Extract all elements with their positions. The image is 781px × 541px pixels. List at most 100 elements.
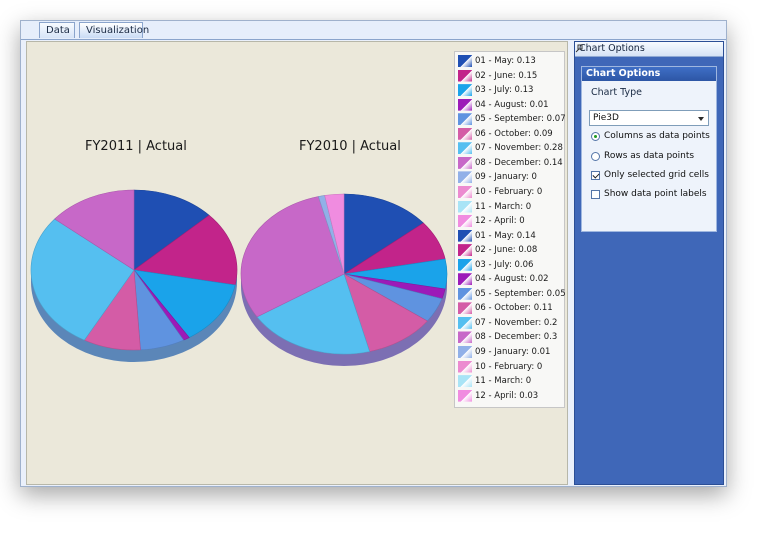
radio-label: Rows as data points [604,151,695,161]
chart-type-value: Pie3D [593,113,619,123]
legend-item: 08 - December: 0.14 [455,156,565,171]
legend-label: 03 - July: 0.13 [475,85,534,96]
legend-item: 11 - March: 0 [455,375,565,389]
legend-label: 09 - January: 0 [475,172,537,183]
tab-data[interactable]: Data [39,22,75,38]
tab-visualization[interactable]: Visualization [79,22,149,38]
legend-label: 10 - February: 0 [475,186,543,197]
legend-label: 09 - January: 0.01 [475,347,551,357]
legend-swatch [458,215,472,228]
legend-item: 07 - November: 0.2 [455,316,565,331]
chart-title-fy2010: FY2010 | Actual [299,139,401,154]
visualization-area: FY2011 | Actual FY2010 | Actual 01 - May… [26,41,568,485]
legend-label: 05 - September: 0.07 [475,114,566,125]
legend-swatch [458,375,472,388]
legend-label: 03 - July: 0.06 [475,259,534,270]
legend-swatch [458,113,472,126]
legend-label: 06 - October: 0.09 [475,128,553,139]
chart-options-pane: Chart Options Chart Options Chart Type P… [574,41,724,485]
pie-chart-fy2010 [240,193,448,366]
legend-swatch [458,142,472,155]
legend-label: 02 - June: 0.08 [475,245,538,256]
checkbox[interactable] [591,190,600,199]
legend-item: 06 - October: 0.11 [455,302,565,316]
legend-label: 04 - August: 0.01 [475,99,549,110]
panel-title: Chart Options [586,68,661,79]
legend-swatch [458,156,472,169]
chart-type-label: Chart Type [591,87,642,98]
legend-item: 04 - August: 0.02 [455,273,565,287]
legend-swatch [458,127,472,140]
legend-swatch [458,258,472,271]
pin-icon[interactable] [575,44,584,53]
legend-item: 05 - September: 0.07 [455,113,566,127]
legend-label: 10 - February: 0 [475,361,543,372]
legend-label: 12 - April: 0 [475,216,525,227]
radio-button[interactable] [591,152,600,161]
legend-item: 10 - February: 0 [455,185,565,200]
legend-swatch [458,273,472,286]
legend-item: 09 - January: 0.01 [455,346,565,360]
legend-label: 08 - December: 0.3 [475,332,558,343]
legend-item: 03 - July: 0.06 [455,258,565,273]
legend-label: 01 - May: 0.13 [475,56,536,66]
checkbox[interactable] [591,171,600,180]
legend-swatch [458,389,472,402]
legend-item: 05 - September: 0.05 [455,287,566,302]
legend-swatch [458,360,472,373]
radio-label: Columns as data points [604,131,710,141]
panel-header: Chart Options [582,67,716,81]
legend-swatch [458,229,472,242]
legend-swatch [458,69,472,82]
chart-type-select[interactable]: Pie3D [589,110,709,126]
legend-item: 03 - July: 0.13 [455,84,565,98]
legend-item: 09 - January: 0 [455,171,565,185]
legend-swatch [458,200,472,213]
legend-label: 08 - December: 0.14 [475,157,563,168]
legend-item: 12 - April: 0.03 [455,389,565,404]
legend-label: 11 - March: 0 [475,201,532,212]
app-window: Data Visualization FY2011 | Actual FY201… [20,20,727,487]
legend-label: 11 - March: 0 [475,376,532,387]
chart-options-header: Chart Options [575,42,723,57]
chevron-down-icon[interactable] [698,117,704,121]
legend-swatch [458,331,472,344]
legend-swatch [458,84,472,97]
chart-options-panel: Chart Options Chart Type Pie3D Columns a… [581,66,717,232]
legend-label: 04 - August: 0.02 [475,274,549,285]
legend-label: 02 - June: 0.15 [475,70,538,81]
legend-item: 02 - June: 0.08 [455,244,565,258]
legend-swatch [458,55,472,67]
legend-swatch [458,185,472,198]
legend-label: 12 - April: 0.03 [475,390,539,401]
tab-bar: Data Visualization [21,21,726,40]
legend-swatch [458,302,472,315]
legend-swatch [458,98,472,111]
legend-label: 05 - September: 0.05 [475,288,566,299]
legend-item: 07 - November: 0.28 [455,142,565,156]
legend-label: 07 - November: 0.28 [475,143,563,154]
legend-item: 04 - August: 0.01 [455,98,565,113]
legend-label: 06 - October: 0.11 [475,303,553,314]
chart-options-window-title: Chart Options [579,43,645,54]
legend-item: 01 - May: 0.13 [455,55,565,69]
legend-item: 01 - May: 0.14 [455,229,565,244]
checkbox-label: Show data point labels [604,189,707,199]
legend-item: 06 - October: 0.09 [455,127,565,142]
legend-swatch [458,346,472,358]
legend-label: 07 - November: 0.2 [475,317,558,328]
legend-label: 01 - May: 0.14 [475,230,536,241]
pie-chart-fy2011 [30,189,238,362]
legend-swatch [458,244,472,257]
legend-swatch [458,316,472,329]
checkbox-label: Only selected grid cells [604,170,709,180]
legend-swatch [458,287,472,300]
legend-item: 10 - February: 0 [455,360,565,375]
chart-legend: 01 - May: 0.13 02 - June: 0.15 03 - July: … [454,51,566,408]
legend-item: 11 - March: 0 [455,200,565,215]
legend-item: 02 - June: 0.15 [455,69,565,84]
legend-swatch [458,171,472,184]
radio-button[interactable] [591,132,600,141]
legend-item: 08 - December: 0.3 [455,331,565,345]
chart-title-fy2011: FY2011 | Actual [85,139,187,154]
